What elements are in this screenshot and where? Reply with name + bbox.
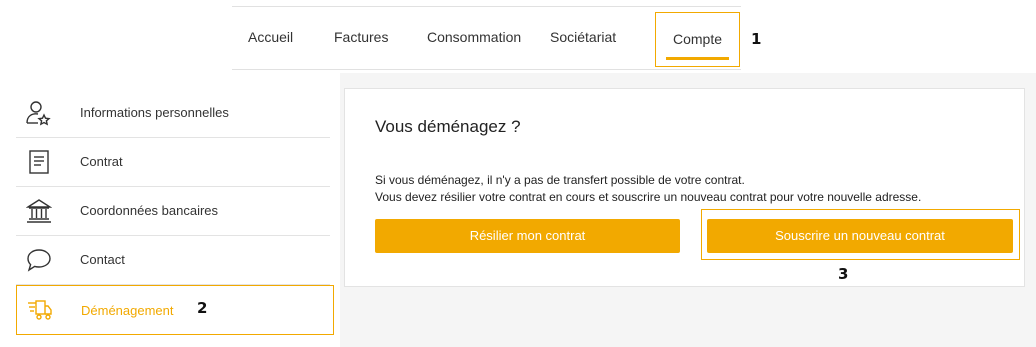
sidebar-item-contrat[interactable]: Contrat [16,137,330,187]
info-text: Si vous déménagez, il n'y a pas de trans… [375,172,921,206]
annotation-3: 3 [838,265,849,283]
annotation-1: 1 [751,30,762,48]
moving-panel: Vous déménagez ? Si vous déménagez, il n… [344,88,1025,287]
cancel-contract-button[interactable]: Résilier mon contrat [375,219,680,253]
tab-societariat[interactable]: Sociétariat [550,7,616,67]
chat-bubble-icon [26,247,52,273]
subscribe-contract-button[interactable]: Souscrire un nouveau contrat [707,219,1013,253]
tab-consommation[interactable]: Consommation [427,7,521,67]
sidebar-item-label: Contact [80,252,125,267]
bank-icon [25,198,53,224]
sidebar-item-informations[interactable]: Informations personnelles [16,88,330,138]
top-navigation: Accueil Factures Consommation Sociétaria… [232,6,741,70]
user-star-icon [26,100,52,126]
tab-compte-label: Compte [672,31,723,47]
sidebar-item-contact[interactable]: Contact [16,235,330,285]
page-title: Vous déménagez ? [375,117,521,136]
info-line-1: Si vous déménagez, il n'y a pas de trans… [375,173,745,187]
tab-factures[interactable]: Factures [334,7,388,67]
moving-truck-icon [27,298,53,324]
active-tab-underline [666,57,729,60]
tab-compte[interactable]: Compte [655,12,740,67]
sidebar-item-label: Informations personnelles [80,105,229,120]
sidebar-item-label: Déménagement [81,303,174,318]
sidebar-item-demenagement[interactable]: Déménagement 2 [16,285,334,335]
sidebar-item-label: Contrat [80,154,123,169]
annotation-2: 2 [197,299,208,317]
sidebar-item-coordonnees-bancaires[interactable]: Coordonnées bancaires [16,186,330,236]
sidebar-item-label: Coordonnées bancaires [80,203,219,218]
document-icon [26,149,52,175]
info-line-2: Vous devez résilier votre contrat en cou… [375,190,922,204]
tab-accueil[interactable]: Accueil [248,7,293,67]
